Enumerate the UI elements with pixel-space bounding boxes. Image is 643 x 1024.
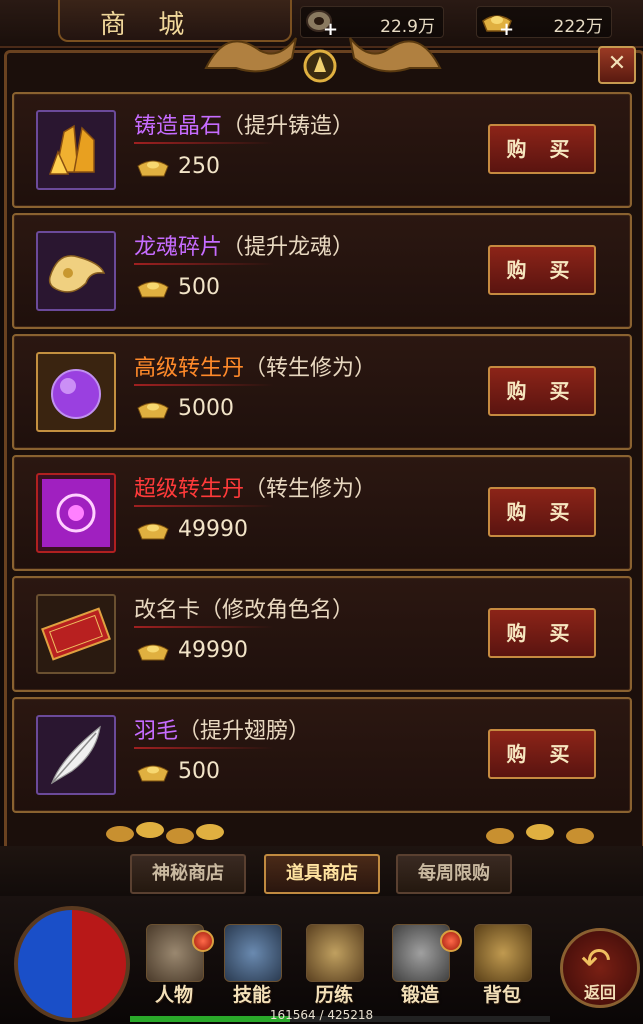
dragon-ornament-left-icon <box>204 37 297 73</box>
buy-button[interactable]: 购 买 <box>488 124 596 174</box>
shop-item: 铸造晶石（提升铸造） 250 购 买 <box>12 92 632 208</box>
shop-item: 高级转生丹（转生修为） 5000 购 买 <box>12 334 632 450</box>
item-name-line: 铸造晶石（提升铸造） <box>134 108 354 140</box>
item-name-line: 羽毛（提升翅膀） <box>134 713 310 745</box>
bottom-nav: 人物 技能 历练 锻造 背包 ↶ 返回 <box>0 896 643 1024</box>
nav-skill[interactable]: 技能 <box>218 924 286 1008</box>
page-title: 商 城 <box>100 10 197 40</box>
notification-dot <box>440 930 462 952</box>
back-arrow-icon: ↶ <box>581 941 612 982</box>
buy-button[interactable]: 购 买 <box>488 487 596 537</box>
back-button[interactable]: ↶ 返回 <box>560 928 640 1008</box>
nav-label: 背包 <box>482 984 521 1006</box>
dragon-ornament-right-icon <box>349 37 442 73</box>
ingot-amount: 222万 <box>553 17 603 37</box>
skill-book-icon <box>224 924 282 982</box>
item-desc: （修改角色名） <box>200 598 355 623</box>
item-name: 改名卡 <box>134 598 201 623</box>
item-desc: （转生修为） <box>244 477 377 502</box>
tab-weekly-limit[interactable]: 每周限购 <box>396 854 512 894</box>
anvil-icon <box>392 924 450 982</box>
item-icon-frame <box>36 473 116 553</box>
item-name-line: 超级转生丹（转生修为） <box>134 471 376 503</box>
item-icon-frame <box>36 594 116 674</box>
buy-button[interactable]: 购 买 <box>488 608 596 658</box>
buy-button[interactable]: 购 买 <box>488 729 596 779</box>
experience-text: 161564 / 425218 <box>269 1008 374 1022</box>
add-ingot-icon[interactable]: + <box>499 19 514 40</box>
item-name-line: 高级转生丹（转生修为） <box>134 350 376 382</box>
item-desc: （转生修为） <box>244 356 377 381</box>
name-underline <box>134 505 274 507</box>
gold-ingot-icon <box>137 765 169 782</box>
close-icon: ✕ <box>607 51 627 76</box>
item-name: 超级转生丹 <box>134 477 245 502</box>
item-price: 250 <box>178 154 220 179</box>
item-name: 龙魂碎片 <box>134 235 223 260</box>
item-price: 49990 <box>178 638 248 663</box>
rename-card-icon <box>41 607 111 661</box>
item-icon-frame <box>36 231 116 311</box>
nav-training[interactable]: 历练 <box>300 924 368 1008</box>
notification-dot <box>192 930 214 952</box>
item-name: 高级转生丹 <box>134 356 245 381</box>
armor-icon <box>306 924 364 982</box>
shop-item: 改名卡（修改角色名） 49990 购 买 <box>12 576 632 692</box>
item-price: 500 <box>178 275 220 300</box>
item-icon-frame <box>36 715 116 795</box>
crystal-icon <box>48 124 95 175</box>
item-name-line: 龙魂碎片（提升龙魂） <box>134 229 354 261</box>
gold-coins-pile-icon <box>106 822 594 844</box>
shop-item: 超级转生丹（转生修为） 49990 购 买 <box>12 455 632 571</box>
feather-icon <box>50 725 101 785</box>
gold-ingot-icon <box>137 523 169 540</box>
buy-button[interactable]: 购 买 <box>488 245 596 295</box>
gold-ingot-icon <box>137 644 169 661</box>
shop-item: 羽毛（提升翅膀） 500 购 买 <box>12 697 632 813</box>
tab-item-shop[interactable]: 道具商店 <box>264 854 380 894</box>
name-underline <box>134 142 274 144</box>
close-button[interactable]: ✕ <box>598 46 636 84</box>
item-icon-frame <box>36 110 116 190</box>
gold-ingot-icon <box>137 281 169 298</box>
item-price: 500 <box>178 759 220 784</box>
item-name-line: 改名卡（修改角色名） <box>134 592 354 624</box>
currency-ingot[interactable]: + 222万 <box>476 6 612 40</box>
magic-pill-icon <box>42 479 110 547</box>
name-underline <box>134 626 274 628</box>
item-price: 5000 <box>178 396 234 421</box>
item-name: 羽毛 <box>134 719 179 744</box>
item-name: 铸造晶石 <box>134 114 223 139</box>
bag-icon <box>474 924 532 982</box>
yin-yang-icon[interactable] <box>14 906 130 1022</box>
top-bar: 商 城 + 22.9万 + 222万 <box>0 0 643 48</box>
item-desc: （提升铸造） <box>222 114 355 139</box>
nav-label: 人物 <box>154 984 193 1006</box>
shop-item: 龙魂碎片（提升龙魂） 500 购 买 <box>12 213 632 329</box>
tab-mystery-shop[interactable]: 神秘商店 <box>130 854 246 894</box>
back-label: 返回 <box>583 983 616 1002</box>
item-icon-frame <box>36 352 116 432</box>
nav-label: 技能 <box>232 984 271 1006</box>
name-underline <box>134 747 274 749</box>
name-underline <box>134 263 274 265</box>
dragon-soul-icon <box>48 255 106 293</box>
nav-bag[interactable]: 背包 <box>468 924 536 1008</box>
buy-button[interactable]: 购 买 <box>488 366 596 416</box>
nav-label: 历练 <box>314 984 353 1006</box>
emblem-icon <box>303 49 337 83</box>
nav-label: 锻造 <box>400 984 439 1006</box>
item-price: 49990 <box>178 517 248 542</box>
item-desc: （提升龙魂） <box>222 235 355 260</box>
add-jade-icon[interactable]: + <box>323 19 338 40</box>
gold-ingot-icon <box>137 160 169 177</box>
shop-tabs: 神秘商店 道具商店 每周限购 <box>0 846 643 896</box>
name-underline <box>134 384 274 386</box>
gold-ingot-icon <box>137 402 169 419</box>
purple-orb-icon <box>51 369 101 419</box>
item-desc: （提升翅膀） <box>178 719 311 744</box>
